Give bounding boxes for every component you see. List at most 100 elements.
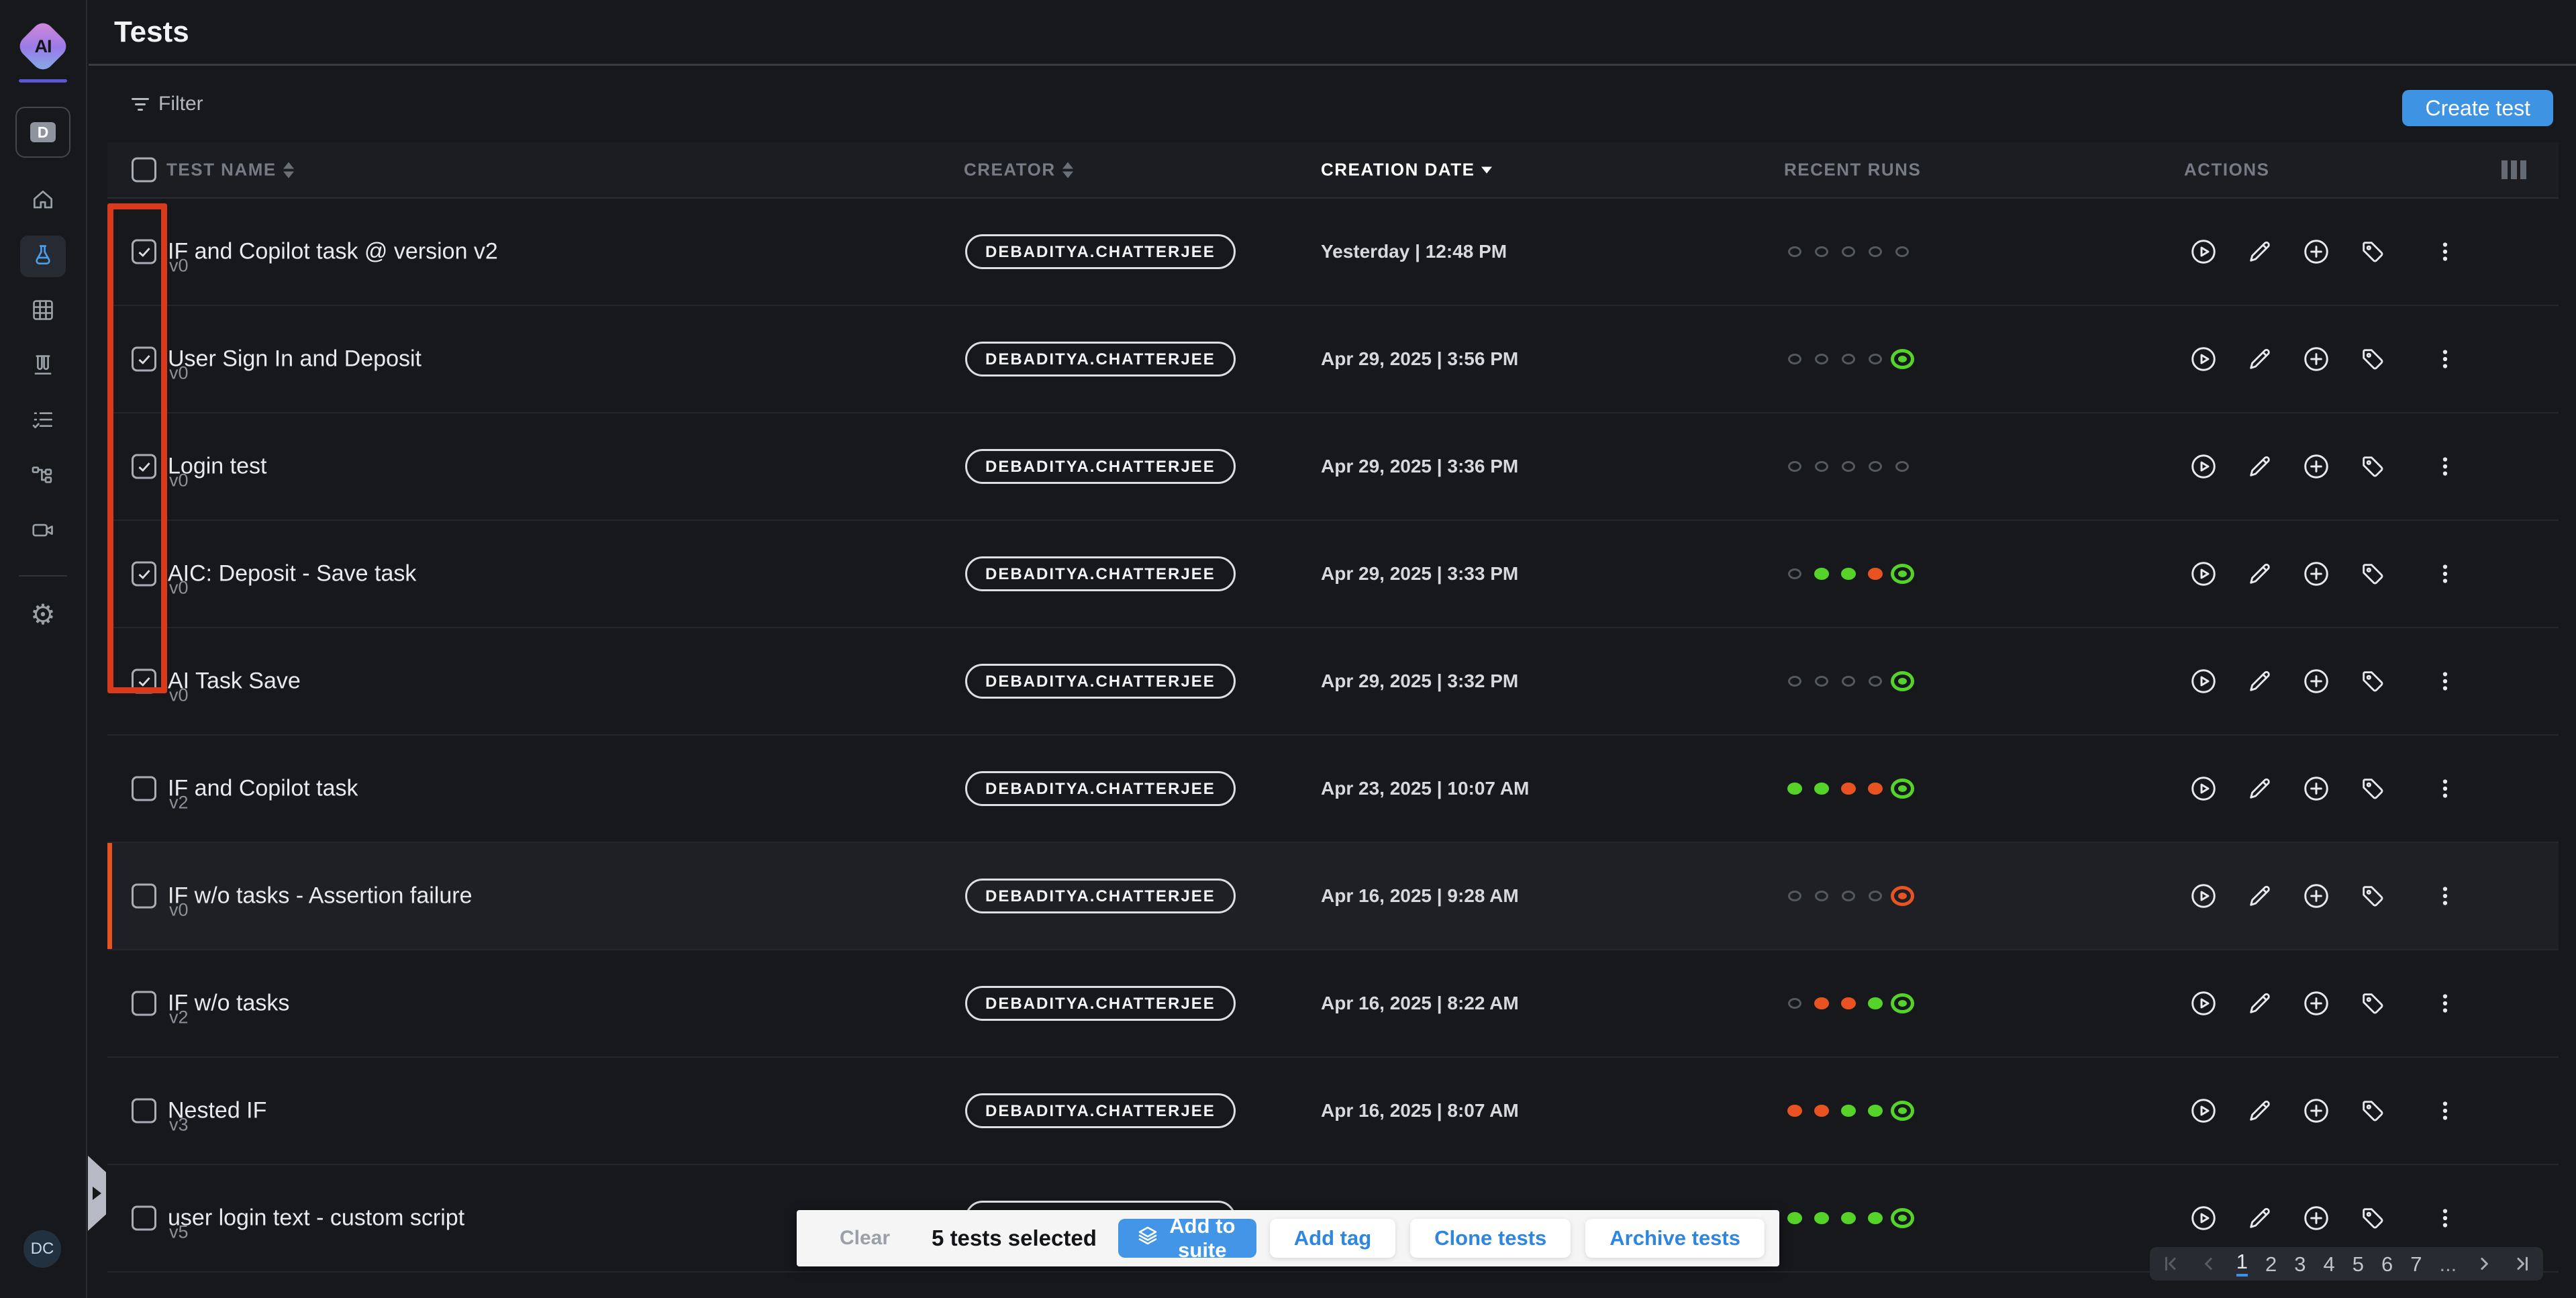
tag-test-button[interactable] bbox=[2358, 559, 2387, 589]
edit-test-button[interactable] bbox=[2245, 666, 2275, 696]
edit-test-button[interactable] bbox=[2245, 237, 2275, 266]
run-test-button[interactable] bbox=[2189, 774, 2218, 803]
clear-selection-button[interactable]: Clear bbox=[840, 1227, 890, 1250]
table-row[interactable]: AIC: Deposit - Save task v0 DEBADITYA.CH… bbox=[107, 521, 2559, 628]
row-checkbox[interactable] bbox=[132, 1099, 156, 1124]
edit-test-button[interactable] bbox=[2245, 559, 2275, 589]
tag-test-button[interactable] bbox=[2358, 989, 2387, 1018]
row-checkbox[interactable] bbox=[132, 884, 156, 909]
row-checkbox[interactable] bbox=[132, 669, 156, 694]
header-creator[interactable]: CREATOR bbox=[964, 160, 1073, 181]
add-to-suite-icon-button[interactable] bbox=[2301, 774, 2331, 803]
add-to-suite-icon-button[interactable] bbox=[2301, 237, 2331, 266]
tag-test-button[interactable] bbox=[2358, 237, 2387, 266]
run-test-button[interactable] bbox=[2189, 452, 2218, 481]
last-page-button[interactable] bbox=[2512, 1254, 2532, 1274]
add-to-suite-icon-button[interactable] bbox=[2301, 559, 2331, 589]
table-row[interactable]: IF and Copilot task @ version v2 v0 DEBA… bbox=[107, 199, 2559, 306]
add-to-suite-icon-button[interactable] bbox=[2301, 989, 2331, 1018]
add-to-suite-button[interactable]: Add to suite bbox=[1118, 1219, 1256, 1258]
more-options-button[interactable] bbox=[2430, 452, 2460, 481]
row-checkbox[interactable] bbox=[132, 454, 156, 479]
test-name[interactable]: IF w/o tasks - Assertion failure bbox=[168, 883, 473, 909]
sidebar-item-workflows[interactable] bbox=[20, 456, 66, 497]
table-row[interactable]: AI Task Save v0 DEBADITYA.CHATTERJEE Apr… bbox=[107, 628, 2559, 736]
edit-test-button[interactable] bbox=[2245, 774, 2275, 803]
clone-tests-button[interactable]: Clone tests bbox=[1410, 1219, 1571, 1258]
table-row[interactable]: Login test v0 DEBADITYA.CHATTERJEE Apr 2… bbox=[107, 413, 2559, 521]
column-settings-icon[interactable] bbox=[2501, 160, 2526, 179]
more-options-button[interactable] bbox=[2430, 237, 2460, 266]
tag-test-button[interactable] bbox=[2358, 1096, 2387, 1126]
edit-test-button[interactable] bbox=[2245, 881, 2275, 911]
run-test-button[interactable] bbox=[2189, 344, 2218, 374]
create-test-button[interactable]: Create test bbox=[2402, 90, 2553, 126]
more-options-button[interactable] bbox=[2430, 881, 2460, 911]
user-avatar[interactable]: DC bbox=[23, 1230, 61, 1268]
add-to-suite-icon-button[interactable] bbox=[2301, 344, 2331, 374]
more-options-button[interactable] bbox=[2430, 344, 2460, 374]
test-name[interactable]: AIC: Deposit - Save task bbox=[168, 561, 416, 587]
tag-test-button[interactable] bbox=[2358, 452, 2387, 481]
table-row[interactable]: IF and Copilot task v2 DEBADITYA.CHATTER… bbox=[107, 736, 2559, 843]
edit-test-button[interactable] bbox=[2245, 1096, 2275, 1126]
row-checkbox[interactable] bbox=[132, 1206, 156, 1231]
page-number-1[interactable]: 1 bbox=[2236, 1251, 2248, 1277]
archive-tests-button[interactable]: Archive tests bbox=[1585, 1219, 1765, 1258]
row-checkbox[interactable] bbox=[132, 562, 156, 587]
run-test-button[interactable] bbox=[2189, 1203, 2218, 1233]
test-name[interactable]: IF and Copilot task @ version v2 bbox=[168, 239, 498, 265]
tag-test-button[interactable] bbox=[2358, 881, 2387, 911]
add-to-suite-icon-button[interactable] bbox=[2301, 1203, 2331, 1233]
tag-test-button[interactable] bbox=[2358, 344, 2387, 374]
edit-test-button[interactable] bbox=[2245, 452, 2275, 481]
more-options-button[interactable] bbox=[2430, 666, 2460, 696]
test-name[interactable]: user login text - custom script bbox=[168, 1205, 464, 1232]
row-checkbox[interactable] bbox=[132, 240, 156, 264]
row-checkbox[interactable] bbox=[132, 777, 156, 801]
table-row[interactable]: User Sign In and Deposit v0 DEBADITYA.CH… bbox=[107, 306, 2559, 413]
row-checkbox[interactable] bbox=[132, 991, 156, 1016]
run-test-button[interactable] bbox=[2189, 881, 2218, 911]
test-name[interactable]: IF and Copilot task bbox=[168, 776, 358, 802]
sidebar-item-samples[interactable] bbox=[20, 346, 66, 387]
sidebar-item-recordings[interactable] bbox=[20, 511, 66, 552]
tag-test-button[interactable] bbox=[2358, 1203, 2387, 1233]
table-row[interactable]: IF w/o tasks v2 DEBADITYA.CHATTERJEE Apr… bbox=[107, 950, 2559, 1058]
run-test-button[interactable] bbox=[2189, 989, 2218, 1018]
table-row[interactable]: IF w/o tasks - Assertion failure v0 DEBA… bbox=[107, 843, 2559, 950]
page-number-3[interactable]: 3 bbox=[2294, 1254, 2306, 1275]
row-checkbox[interactable] bbox=[132, 347, 156, 372]
edit-test-button[interactable] bbox=[2245, 344, 2275, 374]
workspace-selector[interactable]: D bbox=[15, 107, 70, 158]
page-number-5[interactable]: 5 bbox=[2352, 1254, 2364, 1275]
filter-button[interactable]: Filter bbox=[132, 93, 203, 115]
prev-page-button[interactable] bbox=[2199, 1254, 2219, 1274]
next-page-button[interactable] bbox=[2474, 1254, 2494, 1274]
page-number-4[interactable]: 4 bbox=[2323, 1254, 2334, 1275]
add-to-suite-icon-button[interactable] bbox=[2301, 1096, 2331, 1126]
add-to-suite-icon-button[interactable] bbox=[2301, 881, 2331, 911]
run-test-button[interactable] bbox=[2189, 559, 2218, 589]
more-options-button[interactable] bbox=[2430, 559, 2460, 589]
tag-test-button[interactable] bbox=[2358, 774, 2387, 803]
run-test-button[interactable] bbox=[2189, 666, 2218, 696]
sidebar-item-tests[interactable] bbox=[20, 236, 66, 277]
table-row[interactable]: Nested IF v3 DEBADITYA.CHATTERJEE Apr 16… bbox=[107, 1058, 2559, 1165]
more-options-button[interactable] bbox=[2430, 1203, 2460, 1233]
edit-test-button[interactable] bbox=[2245, 989, 2275, 1018]
add-tag-button[interactable]: Add tag bbox=[1270, 1219, 1395, 1258]
page-number-2[interactable]: 2 bbox=[2265, 1254, 2277, 1275]
add-to-suite-icon-button[interactable] bbox=[2301, 452, 2331, 481]
more-options-button[interactable] bbox=[2430, 774, 2460, 803]
test-name[interactable]: User Sign In and Deposit bbox=[168, 346, 422, 372]
more-options-button[interactable] bbox=[2430, 989, 2460, 1018]
header-creation-date[interactable]: CREATION DATE bbox=[1321, 160, 1492, 181]
sidebar-item-checklist[interactable] bbox=[20, 401, 66, 442]
run-test-button[interactable] bbox=[2189, 237, 2218, 266]
first-page-button[interactable] bbox=[2161, 1254, 2181, 1274]
select-all-checkbox[interactable] bbox=[132, 158, 156, 183]
sidebar-item-home[interactable] bbox=[20, 181, 66, 222]
edit-test-button[interactable] bbox=[2245, 1203, 2275, 1233]
tag-test-button[interactable] bbox=[2358, 666, 2387, 696]
